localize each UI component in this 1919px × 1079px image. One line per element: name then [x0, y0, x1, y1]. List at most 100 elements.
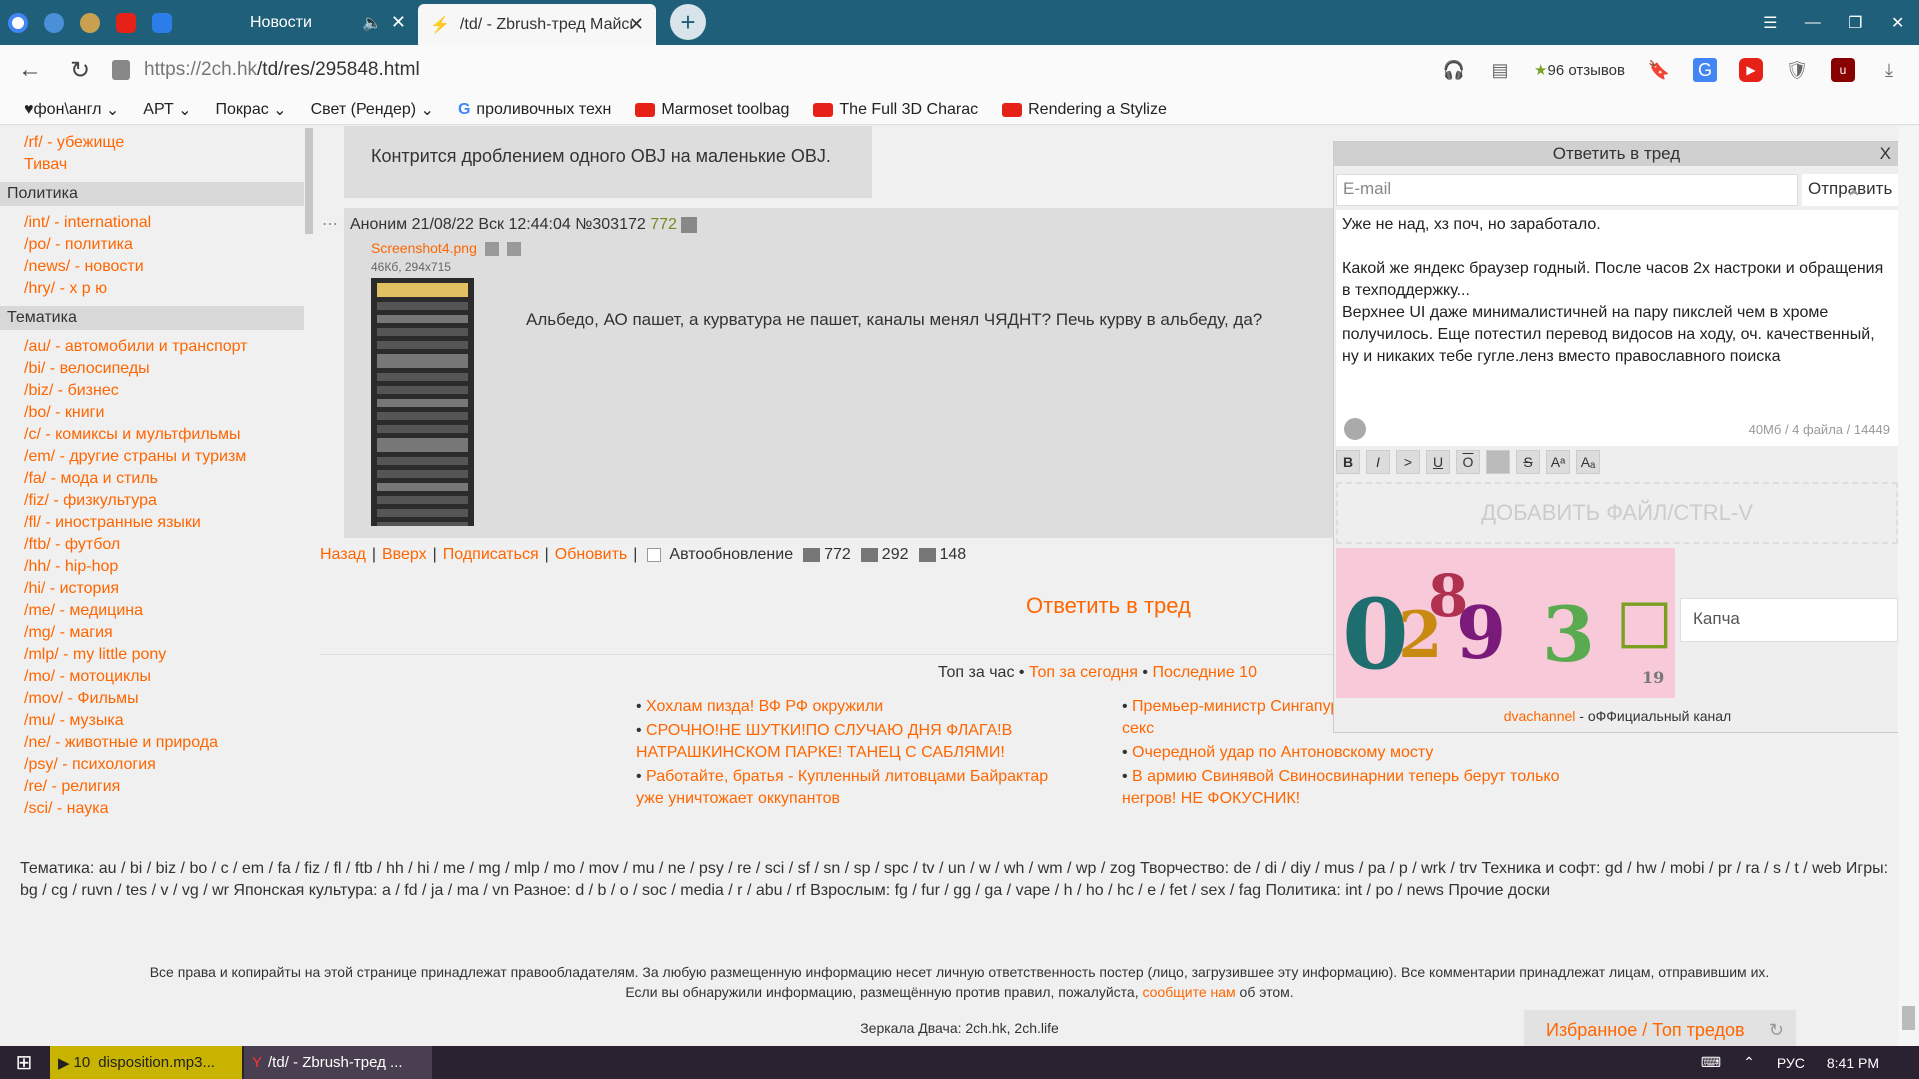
- post-menu-icon[interactable]: ⋯: [322, 214, 338, 234]
- top-thread-link[interactable]: СРОЧНО!НЕ ШУТКИ!ПО СЛУЧАЮ ДНЯ ФЛАГА!В НА…: [636, 720, 1076, 764]
- bookmark-icon[interactable]: 🔖: [1647, 58, 1671, 82]
- reviews-badge[interactable]: ★96 отзывов: [1534, 61, 1625, 79]
- scrollbar-thumb[interactable]: [1902, 1006, 1915, 1030]
- favorites-button[interactable]: Избранное / Топ тредов ↻: [1524, 1010, 1796, 1050]
- sidebar-link[interactable]: /biz/ - бизнес: [0, 380, 304, 402]
- keyboard-icon[interactable]: ⌨: [1701, 1054, 1721, 1071]
- sidebar-link[interactable]: /c/ - комиксы и мультфильмы: [0, 424, 304, 446]
- file-name-link[interactable]: Screenshot4.png: [371, 240, 477, 256]
- windows-start-icon[interactable]: ⊞: [0, 1046, 48, 1079]
- download-icon[interactable]: [506, 242, 521, 257]
- lock-icon[interactable]: [112, 60, 130, 80]
- top-thread-link[interactable]: Работайте, братья - Купленный литовцами …: [636, 766, 1076, 810]
- close-icon[interactable]: X: [1880, 142, 1891, 166]
- sidebar-link[interactable]: /bo/ - книги: [0, 402, 304, 424]
- close-icon[interactable]: ✕: [391, 12, 406, 33]
- reply-form-title[interactable]: Ответить в тред X: [1334, 142, 1899, 166]
- file-dropzone[interactable]: ДОБАВИТЬ ФАЙЛ/CTRL-V: [1336, 482, 1898, 544]
- bookmark-link[interactable]: Rendering a Stylize: [1002, 101, 1167, 119]
- top-thread-link[interactable]: В армию Свинявой Свиносвинарнии теперь б…: [1122, 766, 1597, 810]
- page-scrollbar[interactable]: [1898, 126, 1919, 1046]
- refresh-link[interactable]: Обновить: [555, 546, 627, 564]
- close-window-icon[interactable]: ✕: [1877, 0, 1919, 45]
- play-icon[interactable]: [681, 216, 698, 233]
- sidebar-scrollbar[interactable]: [305, 128, 313, 234]
- url-field[interactable]: https://2ch.hk/td/res/295848.html: [144, 59, 420, 81]
- subscribe-link[interactable]: Подписаться: [443, 546, 539, 564]
- captcha-image[interactable]: 0 2 8 9 3 □ 19: [1336, 548, 1675, 698]
- last-10-link[interactable]: Последние 10: [1152, 664, 1257, 681]
- sidebar-link[interactable]: /sci/ - наука: [0, 798, 304, 820]
- bookmark-folder[interactable]: ♥фон\англ ⌄: [24, 100, 119, 120]
- italic-button[interactable]: I: [1366, 450, 1390, 474]
- speaker-icon[interactable]: 🔈: [362, 13, 382, 33]
- reload-icon[interactable]: ↻: [60, 50, 100, 90]
- sidebar-link[interactable]: /psy/ - психология: [0, 754, 304, 776]
- sidebar-link[interactable]: /fiz/ - физкультура: [0, 490, 304, 512]
- bold-button[interactable]: B: [1336, 450, 1360, 474]
- autorefresh-checkbox[interactable]: [647, 548, 662, 562]
- minimize-icon[interactable]: —: [1792, 0, 1835, 45]
- sidebar-link[interactable]: /po/ - политика: [0, 234, 304, 256]
- sidebar-category[interactable]: Тематика: [0, 306, 304, 330]
- sidebar-link[interactable]: Тивач: [0, 154, 304, 176]
- tab-news[interactable]: Новости 🔈 ✕: [180, 0, 418, 45]
- pinned-tab-youtube[interactable]: [108, 0, 144, 45]
- pinned-tab-mail[interactable]: [36, 0, 72, 45]
- sidebar-category[interactable]: Политика: [0, 182, 304, 206]
- sidebar-link[interactable]: /mu/ - музыка: [0, 710, 304, 732]
- sidebar-link[interactable]: /fa/ - мода и стиль: [0, 468, 304, 490]
- subscript-button[interactable]: Aₐ: [1576, 450, 1600, 474]
- sidebar-link[interactable]: /me/ - медицина: [0, 600, 304, 622]
- sidebar-link[interactable]: /re/ - религия: [0, 776, 304, 798]
- top-today-link[interactable]: Топ за сегодня: [1029, 664, 1138, 681]
- sidebar-link[interactable]: /fl/ - иностранные языки: [0, 512, 304, 534]
- post-image-thumbnail[interactable]: [371, 278, 474, 526]
- overline-button[interactable]: O: [1456, 450, 1480, 474]
- taskbar-app-browser[interactable]: Y /td/ - Zbrush-тред ...: [244, 1046, 432, 1079]
- spoiler-button[interactable]: [1486, 450, 1510, 474]
- bookmark-folder[interactable]: АРТ ⌄: [143, 100, 191, 120]
- pinned-tab-google[interactable]: [0, 0, 36, 45]
- close-icon[interactable]: ✕: [629, 14, 644, 35]
- ublock-icon[interactable]: u: [1831, 58, 1855, 82]
- post-number[interactable]: №303172: [575, 216, 646, 233]
- search-icon[interactable]: [484, 242, 499, 257]
- menu-icon[interactable]: ☰: [1749, 0, 1792, 45]
- top-thread-link[interactable]: Очередной удар по Антоновскому мосту: [1122, 742, 1597, 764]
- captcha-input[interactable]: Капча: [1680, 598, 1898, 642]
- sidebar-link[interactable]: /ftb/ - футбол: [0, 534, 304, 556]
- top-thread-link[interactable]: Хохлам пизда! ВФ РФ окружили: [636, 696, 1076, 718]
- back-link[interactable]: Назад: [320, 546, 366, 564]
- refresh-icon[interactable]: ↻: [1769, 1010, 1784, 1050]
- sidebar-link[interactable]: /mlp/ - my little pony: [0, 644, 304, 666]
- superscript-button[interactable]: Aᵃ: [1546, 450, 1570, 474]
- up-link[interactable]: Вверх: [382, 546, 427, 564]
- reply-thread-link[interactable]: Ответить в тред: [1026, 593, 1191, 619]
- reader-icon[interactable]: ▤: [1488, 58, 1512, 82]
- bookmark-link[interactable]: Gпроливочных техн: [458, 101, 611, 119]
- bookmark-link[interactable]: Marmoset toolbag: [635, 101, 789, 119]
- bookmark-folder[interactable]: Свет (Рендер) ⌄: [311, 100, 434, 120]
- sidebar-link[interactable]: /hh/ - hip-hop: [0, 556, 304, 578]
- back-arrow-icon[interactable]: ←: [10, 50, 50, 90]
- report-link[interactable]: сообщите нам: [1142, 984, 1235, 1000]
- quote-button[interactable]: >: [1396, 450, 1420, 474]
- shield-icon[interactable]: 🛡: [1785, 58, 1809, 82]
- tab-active-thread[interactable]: ⚡ /td/ - Zbrush-тред Майское ✕: [418, 4, 656, 45]
- translate-icon[interactable]: G: [1693, 58, 1717, 82]
- email-field[interactable]: E-mail: [1336, 174, 1798, 206]
- sidebar-link[interactable]: /mg/ - магия: [0, 622, 304, 644]
- bookmark-link[interactable]: The Full 3D Charac: [813, 101, 978, 119]
- underline-button[interactable]: U: [1426, 450, 1450, 474]
- sidebar-link[interactable]: /au/ - автомобили и транспорт: [0, 336, 304, 358]
- message-textarea[interactable]: Уже не над, хз поч, но заработало. Какой…: [1336, 210, 1898, 446]
- pinned-tab-player[interactable]: [144, 0, 180, 45]
- language-indicator[interactable]: РУС: [1777, 1055, 1805, 1071]
- sidebar-link[interactable]: /em/ - другие страны и туризм: [0, 446, 304, 468]
- sidebar-link[interactable]: /mov/ - Фильмы: [0, 688, 304, 710]
- pinned-tab-site[interactable]: [72, 0, 108, 45]
- new-tab-button[interactable]: +: [670, 4, 706, 40]
- sidebar-link[interactable]: /int/ - international: [0, 212, 304, 234]
- chevron-up-icon[interactable]: ⌃: [1743, 1054, 1755, 1071]
